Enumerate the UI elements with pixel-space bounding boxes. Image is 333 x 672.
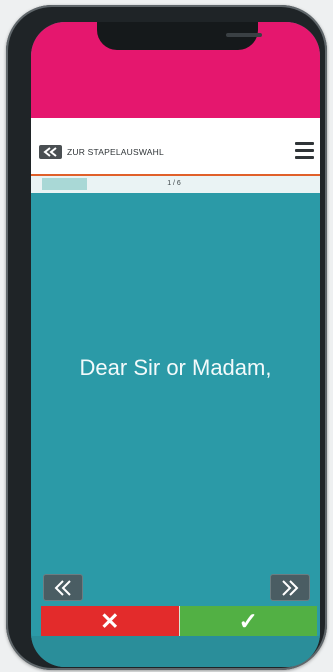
back-to-deck-selection-link[interactable]: ZUR STAPELAUSWAHL (39, 144, 164, 160)
hamburger-menu-icon[interactable] (295, 142, 314, 159)
progress-area: 1 / 6 (31, 176, 320, 193)
close-icon: ✕ (100, 607, 120, 634)
progress-bar: 1 / 6 (42, 178, 306, 190)
speaker-grille (226, 33, 262, 37)
back-link-label: ZUR STAPELAUSWAHL (67, 147, 164, 157)
flashcard-text: Dear Sir or Madam, (79, 355, 272, 380)
right-answer-button[interactable]: ✓ (178, 606, 317, 636)
progress-label: 1 / 6 (167, 180, 181, 187)
app-header: ZUR STAPELAUSWAHL (31, 118, 320, 176)
answer-buttons: ✕ ✓ (41, 606, 317, 636)
phone-screen: ZUR STAPELAUSWAHL 1 / 6 Dear Sir or Mada… (31, 22, 320, 667)
flashcard[interactable]: Dear Sir or Madam, (31, 193, 320, 606)
double-chevron-right-icon (282, 579, 299, 596)
next-card-button[interactable] (270, 574, 310, 601)
previous-card-button[interactable] (43, 574, 83, 601)
double-chevron-left-icon (54, 579, 71, 596)
wrong-answer-button[interactable]: ✕ (41, 606, 179, 636)
screen-bottom (31, 636, 320, 667)
double-chevron-left-icon (39, 145, 62, 159)
phone-frame: ZUR STAPELAUSWAHL 1 / 6 Dear Sir or Mada… (6, 5, 327, 670)
phone-notch (97, 22, 262, 50)
checkmark-icon: ✓ (238, 607, 258, 634)
